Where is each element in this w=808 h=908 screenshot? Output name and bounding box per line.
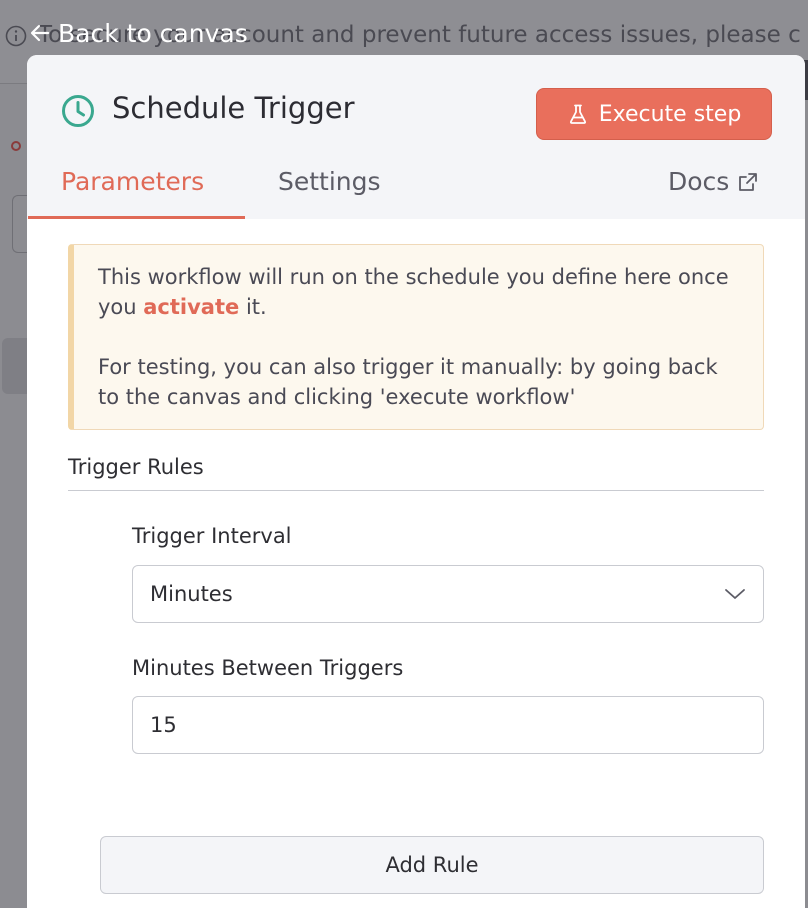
trigger-interval-select[interactable]: Minutes — [132, 565, 764, 623]
notice-paragraph-2: For testing, you can also trigger it man… — [98, 355, 718, 409]
add-rule-button[interactable]: Add Rule — [100, 836, 764, 894]
flask-icon — [569, 104, 586, 124]
section-divider — [68, 490, 764, 491]
chevron-down-icon — [725, 589, 745, 599]
minutes-value: 15 — [150, 713, 177, 737]
minutes-between-triggers-input[interactable]: 15 — [132, 696, 764, 754]
active-tab-indicator — [28, 216, 245, 219]
activate-link[interactable]: activate — [143, 295, 239, 319]
connection-dot-icon — [11, 141, 21, 151]
execute-step-button[interactable]: Execute step — [536, 88, 772, 140]
notice-paragraph-1: This workflow will run on the schedule y… — [98, 262, 739, 322]
clock-icon — [62, 95, 94, 127]
notice-text-end: it. — [239, 295, 267, 319]
tab-docs-label: Docs — [668, 167, 730, 196]
execute-step-label: Execute step — [598, 101, 742, 127]
minutes-between-triggers-label: Minutes Between Triggers — [132, 656, 404, 680]
node-title: Schedule Trigger — [112, 91, 355, 125]
trigger-rules-title: Trigger Rules — [68, 455, 204, 479]
trigger-interval-value: Minutes — [150, 582, 233, 606]
arrow-left-icon — [30, 24, 50, 42]
add-rule-label: Add Rule — [385, 853, 479, 877]
tab-settings[interactable]: Settings — [278, 167, 381, 196]
external-link-icon — [739, 172, 758, 191]
node-detail-panel: Schedule Trigger Execute step Parameters… — [27, 55, 805, 908]
panel-header: Schedule Trigger Execute step Parameters… — [27, 55, 805, 219]
tab-parameters[interactable]: Parameters — [61, 167, 204, 196]
info-icon — [5, 25, 27, 47]
schedule-notice: This workflow will run on the schedule y… — [68, 244, 764, 430]
back-to-canvas-link[interactable]: Back to canvas — [28, 15, 248, 51]
tab-docs[interactable]: Docs — [668, 167, 759, 196]
back-to-canvas-label: Back to canvas — [58, 18, 248, 48]
background-block — [2, 338, 30, 394]
trigger-interval-label: Trigger Interval — [132, 524, 292, 548]
